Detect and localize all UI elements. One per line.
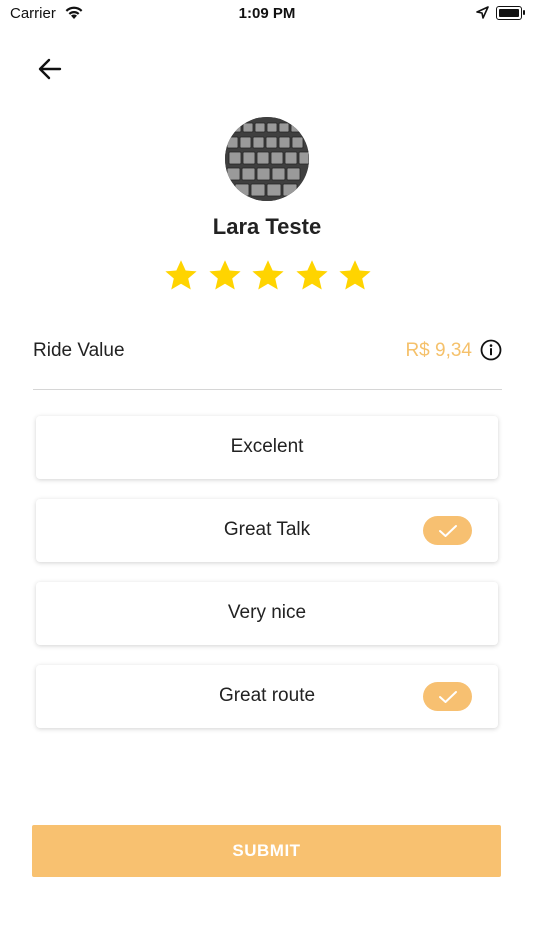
star-icon-4[interactable]: [294, 258, 330, 294]
ride-value-label: Ride Value: [33, 340, 125, 361]
option-label: Very nice: [227, 602, 307, 623]
status-time: 1:09 PM: [238, 5, 296, 22]
option-great-route[interactable]: Great route: [36, 665, 498, 728]
driver-name: Lara Teste: [212, 214, 322, 239]
divider: [33, 389, 502, 390]
battery-icon: [496, 6, 522, 20]
check-badge: [423, 682, 472, 711]
star-icon-5[interactable]: [337, 258, 373, 294]
info-icon[interactable]: [480, 339, 502, 361]
rating-stars: [163, 258, 373, 296]
status-bar: Carrier 1:09 PM: [0, 0, 534, 28]
star-icon-3[interactable]: [250, 258, 286, 294]
arrow-left-icon: [38, 58, 62, 80]
avatar: [225, 117, 309, 201]
check-badge: [423, 516, 472, 545]
star-icon-2[interactable]: [207, 258, 243, 294]
ride-value-amount: R$ 9,34: [405, 340, 472, 361]
option-label: Excelent: [230, 436, 304, 457]
checkmark-icon: [438, 524, 457, 537]
battery-nub: [523, 10, 525, 15]
checkmark-icon: [438, 690, 457, 703]
option-excelent[interactable]: Excelent: [36, 416, 498, 479]
option-very-nice[interactable]: Very nice: [36, 582, 498, 645]
option-great-talk[interactable]: Great Talk: [36, 499, 498, 562]
back-button[interactable]: [34, 54, 68, 84]
location-arrow-icon: [476, 6, 489, 23]
star-icon-1[interactable]: [163, 258, 199, 294]
feedback-options: Excelent Great Talk Very nice Great rout…: [36, 416, 498, 748]
keyboard-photo: [225, 117, 309, 201]
ride-value-row: Ride Value R$ 9,34: [33, 336, 502, 368]
submit-label: SUBMIT: [232, 841, 301, 860]
submit-button[interactable]: SUBMIT: [32, 825, 501, 877]
